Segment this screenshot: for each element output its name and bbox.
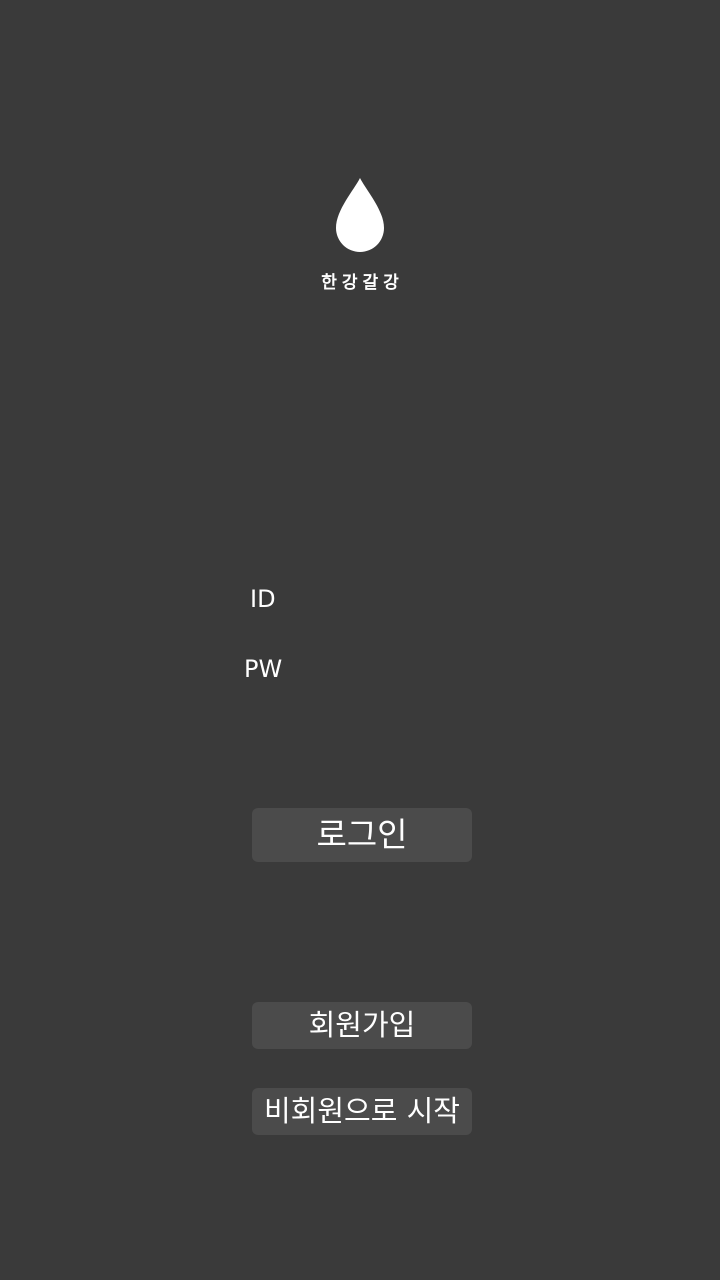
- pw-input[interactable]: [290, 650, 522, 690]
- app-logo: 한강갈강: [0, 176, 720, 293]
- id-input[interactable]: [290, 580, 522, 620]
- signup-button[interactable]: 회원가입: [252, 1002, 472, 1049]
- guest-start-button[interactable]: 비회원으로 시작: [252, 1088, 472, 1135]
- app-name: 한강갈강: [321, 273, 404, 293]
- pw-label: PW: [244, 655, 283, 683]
- water-drop-icon: [336, 178, 384, 252]
- login-button[interactable]: 로그인: [252, 808, 472, 862]
- id-label: ID: [250, 585, 276, 613]
- login-screen: 한강갈강 ID PW 로그인 회원가입 비회원으로 시작: [0, 0, 720, 1280]
